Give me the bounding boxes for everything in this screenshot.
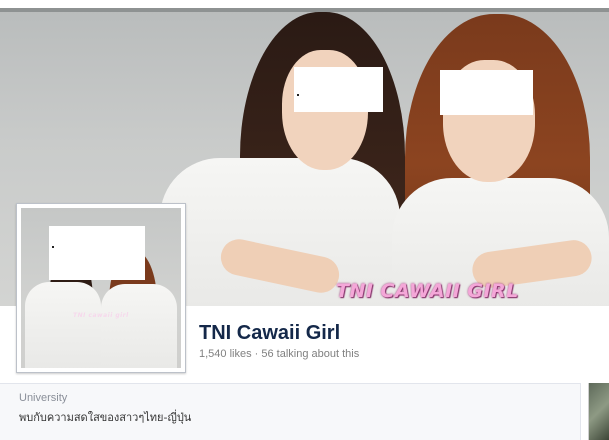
cover-right-censor-box bbox=[440, 70, 533, 115]
about-category[interactable]: University bbox=[19, 392, 67, 404]
about-card: University พบกับความสดใสของสาวๆไทย-ญี่ปุ… bbox=[0, 383, 581, 440]
cover-wall-edge bbox=[0, 8, 609, 12]
censor-dot bbox=[52, 246, 54, 248]
about-description: พบกับความสดใสของสาวๆไทย-ญี่ปุ่น bbox=[19, 411, 192, 424]
profile-right-person-shirt bbox=[101, 284, 177, 368]
profile-watermark: TNI cawaii girl bbox=[73, 312, 129, 319]
profile-censor-box bbox=[49, 226, 145, 280]
cover-watermark: TNI CAWAII GIRL bbox=[336, 280, 519, 302]
profile-picture-image: TNI cawaii girl bbox=[21, 208, 181, 368]
side-thumbnail-image[interactable] bbox=[588, 383, 609, 440]
page-stats: 1,540 likes · 56 talking about this bbox=[199, 348, 360, 360]
censor-dot bbox=[297, 94, 299, 96]
page-title[interactable]: TNI Cawaii Girl bbox=[199, 322, 340, 345]
profile-picture[interactable]: TNI cawaii girl bbox=[16, 203, 186, 373]
profile-left-person-shirt bbox=[25, 282, 101, 368]
cover-left-censor-box bbox=[294, 67, 383, 112]
